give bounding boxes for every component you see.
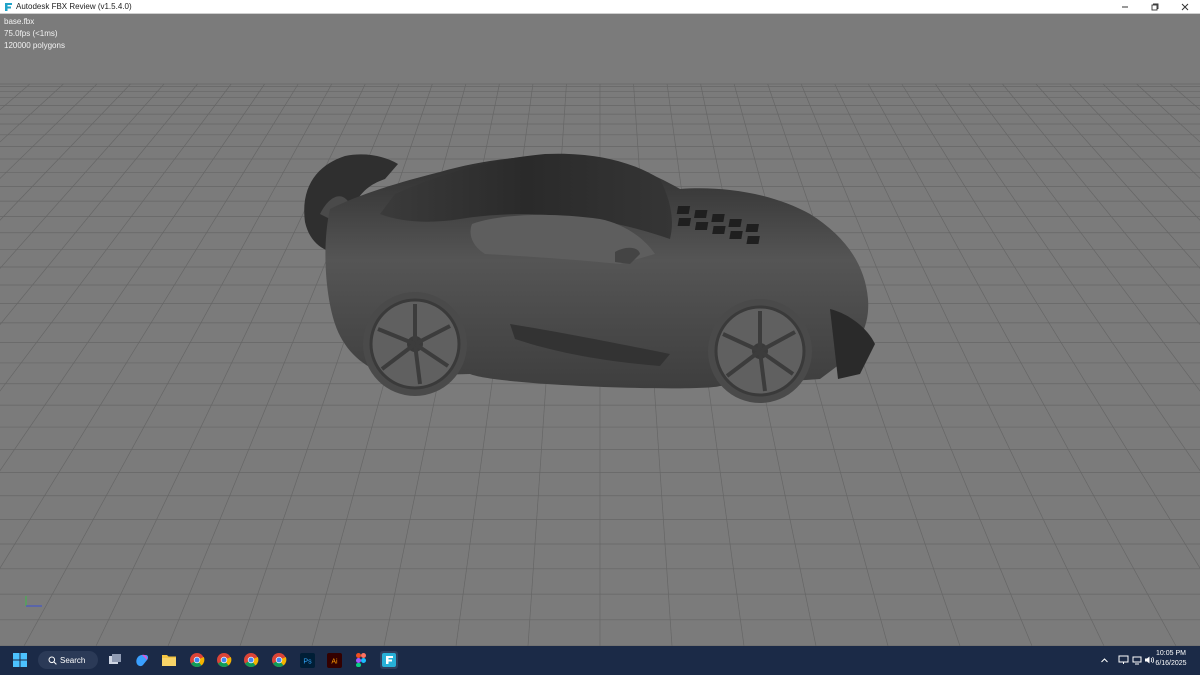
copilot-icon[interactable]: [133, 651, 151, 669]
figma-icon[interactable]: [352, 651, 370, 669]
window-titlebar[interactable]: Autodesk FBX Review (v1.5.4.0): [0, 0, 1200, 14]
axis-gizmo: [25, 596, 42, 607]
window-title: Autodesk FBX Review (v1.5.4.0): [16, 2, 132, 11]
illustrator-icon[interactable]: Ai: [325, 651, 343, 669]
windows-start-icon[interactable]: [11, 651, 29, 669]
minimize-button[interactable]: [1110, 0, 1140, 14]
fbx-app-icon: [3, 2, 13, 12]
search-label: Search: [60, 655, 86, 665]
svg-text:Ps: Ps: [303, 658, 312, 665]
car-model: [25, 153, 875, 607]
search-icon: [48, 656, 57, 665]
fps-label: 75.0fps (<1ms): [4, 29, 58, 38]
file-explorer-icon[interactable]: [160, 651, 178, 669]
svg-text:Ai: Ai: [331, 658, 338, 665]
taskbar: [0, 646, 1200, 675]
search-button[interactable]: Search: [38, 651, 98, 669]
clock-date: 6/16/2025: [1155, 660, 1187, 667]
file-name-label: base.fbx: [4, 17, 35, 26]
chrome-icon[interactable]: [188, 651, 206, 669]
task-view-icon[interactable]: [106, 651, 124, 669]
chrome-icon[interactable]: [215, 651, 233, 669]
restore-button[interactable]: [1140, 0, 1170, 14]
clock[interactable]: 10:05 PM 6/16/2025: [1146, 649, 1196, 669]
photoshop-icon[interactable]: Ps: [298, 651, 316, 669]
chrome-icon[interactable]: [270, 651, 288, 669]
close-button[interactable]: [1170, 0, 1200, 14]
3d-viewport[interactable]: base.fbx 75.0fps (<1ms) 120000 polygons: [0, 14, 1200, 646]
chrome-icon[interactable]: [242, 651, 260, 669]
chevron-up-icon[interactable]: [1095, 651, 1113, 669]
polygon-count-label: 120000 polygons: [4, 41, 65, 50]
fbx-review-icon[interactable]: [380, 651, 398, 669]
clock-time: 10:05 PM: [1156, 650, 1186, 657]
